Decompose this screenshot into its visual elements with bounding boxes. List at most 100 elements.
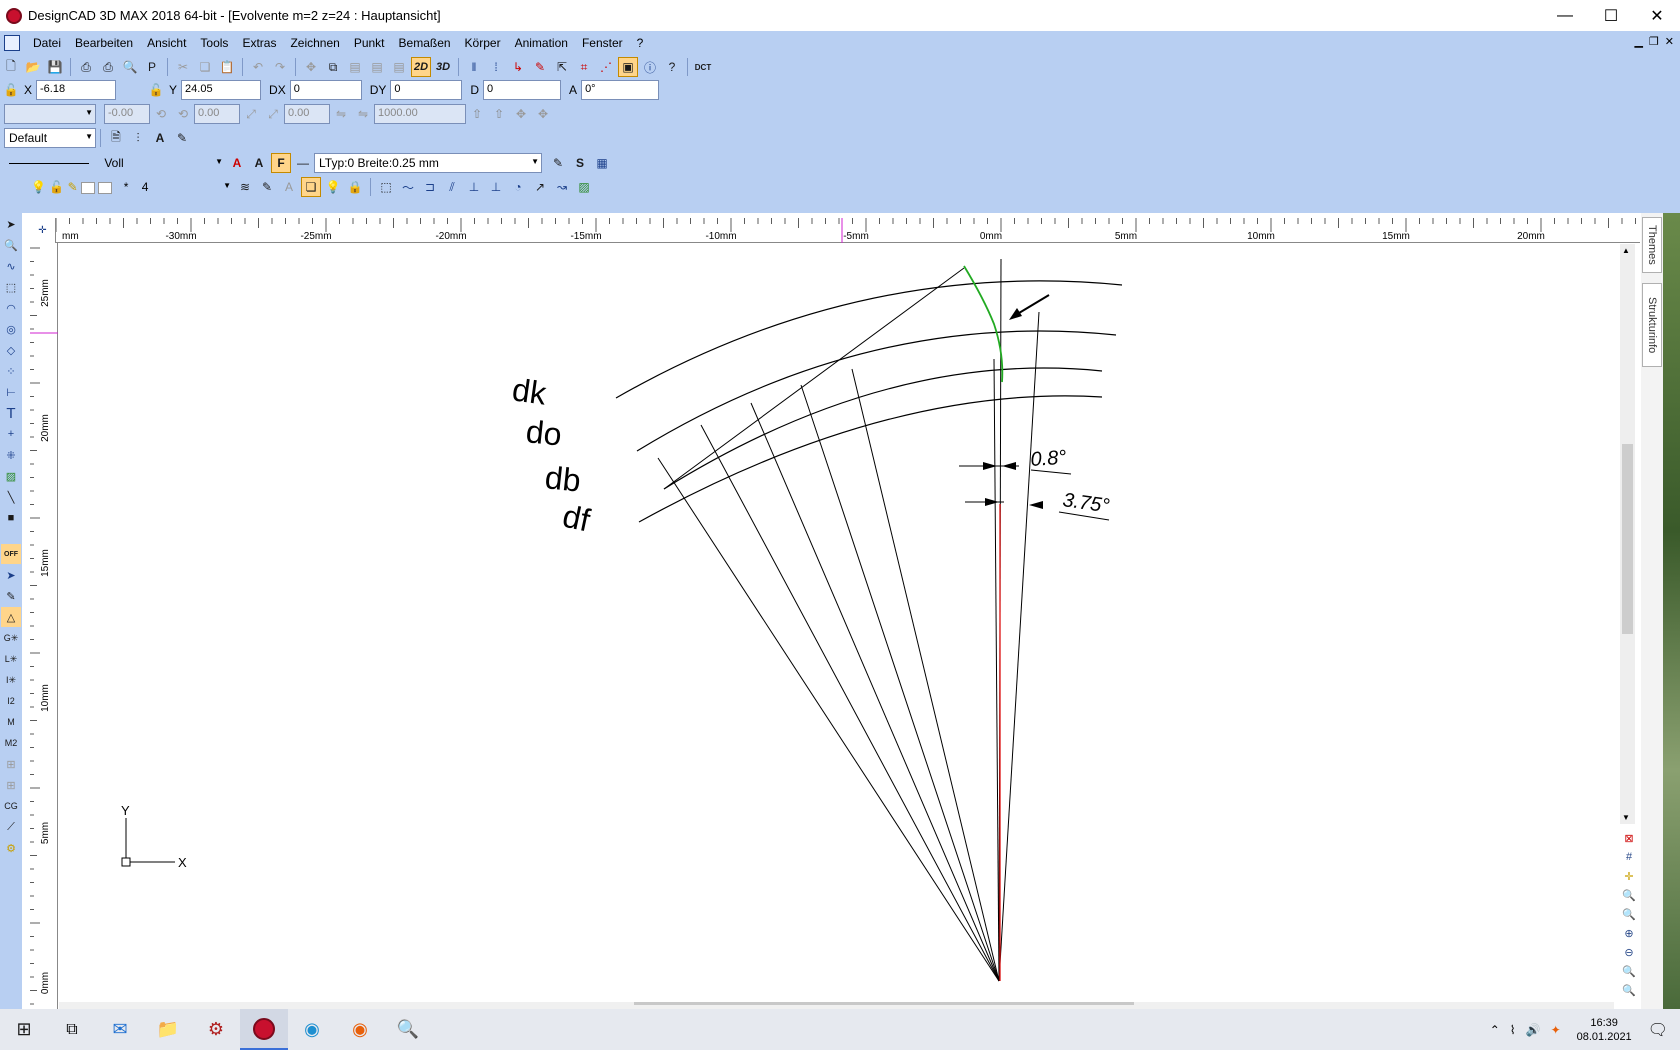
node-tool-icon[interactable]: ⁜ xyxy=(1,445,21,465)
snap-grid-icon[interactable]: ⊞ xyxy=(1,754,21,774)
snap-tangent-icon[interactable]: ⟋ xyxy=(1,817,21,837)
lock-y-icon[interactable]: 🔓 xyxy=(146,80,166,100)
menu-animation[interactable]: Animation xyxy=(508,36,575,50)
linetype-info-select[interactable]: LTyp:0 Breite:0.25 mm ▼ xyxy=(314,153,542,173)
plot-icon[interactable]: P xyxy=(142,57,162,77)
mirror2-icon[interactable]: ⇋ xyxy=(353,104,373,124)
menu-tools[interactable]: Tools xyxy=(193,36,235,50)
undo-icon[interactable]: ↶ xyxy=(248,57,268,77)
menu-extras[interactable]: Extras xyxy=(235,36,283,50)
points-tool-icon[interactable]: ⁘ xyxy=(1,361,21,381)
redraw-icon[interactable]: ⊠ xyxy=(1620,829,1638,847)
hatch-tool-icon[interactable]: ▨ xyxy=(1,466,21,486)
scroll-down-icon[interactable]: ▼ xyxy=(1622,813,1630,822)
document-menu-icon[interactable] xyxy=(4,35,20,51)
layer-text-icon[interactable]: A xyxy=(279,177,299,197)
new-file-icon[interactable]: 🗋 xyxy=(1,57,21,77)
dim-angle-1[interactable]: 0.8° xyxy=(1030,447,1067,471)
snap-off-icon[interactable]: OFF xyxy=(1,544,21,564)
snap-cg-icon[interactable]: CG xyxy=(1,796,21,816)
dct-button[interactable]: DCT xyxy=(693,57,713,77)
arrow-red-icon[interactable]: ↳ xyxy=(508,57,528,77)
arc-do[interactable] xyxy=(636,330,1117,452)
tray-app-icon[interactable]: ✦ xyxy=(1551,1023,1561,1037)
d-field[interactable]: 0 xyxy=(483,80,562,100)
point-select-icon[interactable]: ⋰ xyxy=(596,57,616,77)
layer-stack-icon[interactable]: ≋ xyxy=(235,177,255,197)
snap-select-icon[interactable]: ➤ xyxy=(1,565,21,585)
print-icon[interactable]: ⎙ xyxy=(76,57,96,77)
cross-tool-icon[interactable]: + xyxy=(1,424,21,444)
redo-icon[interactable]: ↷ xyxy=(270,57,290,77)
transform-field-2[interactable]: 0.00 xyxy=(194,104,240,124)
menu-koerper[interactable]: Körper xyxy=(458,36,508,50)
menu-fenster[interactable]: Fenster xyxy=(575,36,630,50)
select-arrow-tool-icon[interactable]: ➤ xyxy=(1,214,21,234)
move-all-icon[interactable]: ✥ xyxy=(511,104,531,124)
view-2d-button[interactable]: 2D xyxy=(411,57,431,77)
dy-field[interactable]: 0 xyxy=(390,80,463,100)
zoom-tool-icon[interactable]: 🔍 xyxy=(1,235,21,255)
parallel-icon[interactable]: ⫽ xyxy=(442,177,462,197)
menu-bearbeiten[interactable]: Bearbeiten xyxy=(68,36,140,50)
layer3-icon[interactable]: ▤ xyxy=(389,57,409,77)
drawing-canvas[interactable]: 0.8° 3.75° dk do db df Y X xyxy=(59,244,1614,1006)
snap-l-icon[interactable]: L✳ xyxy=(1,649,21,669)
hatch-icon[interactable]: ▨ xyxy=(574,177,594,197)
handles-icon[interactable]: ⌗ xyxy=(574,57,594,77)
paste-icon[interactable]: 📋 xyxy=(217,57,237,77)
snap-g-icon[interactable]: G✳ xyxy=(1,628,21,648)
x-field[interactable]: -6.18 xyxy=(36,80,117,100)
pencil-red-icon[interactable]: ✎ xyxy=(530,57,550,77)
lock-x-icon[interactable]: 🔓 xyxy=(1,80,21,100)
perpendicular2-icon[interactable]: ⊥ xyxy=(486,177,506,197)
open-folder-icon[interactable]: 📂 xyxy=(23,57,43,77)
volume-icon[interactable]: 🔊 xyxy=(1526,1023,1541,1037)
clock[interactable]: 16:39 08.01.2021 xyxy=(1577,1016,1632,1044)
a-field[interactable]: 0° xyxy=(581,80,660,100)
scale2-icon[interactable]: ⤢ xyxy=(263,104,283,124)
save-icon[interactable]: 💾 xyxy=(45,57,65,77)
menu-punkt[interactable]: Punkt xyxy=(347,36,392,50)
snap-m2-icon[interactable]: M2 xyxy=(1,733,21,753)
label-do[interactable]: do xyxy=(524,413,563,453)
perpendicular-icon[interactable]: ⊥ xyxy=(464,177,484,197)
snap-gear-icon[interactable]: ⚙ xyxy=(1,838,21,858)
offset-icon[interactable]: ⊐ xyxy=(420,177,440,197)
rotate-icon[interactable]: ⟲ xyxy=(151,104,171,124)
snap-grid2-icon[interactable]: ⊞ xyxy=(1,775,21,795)
font-icon[interactable]: A xyxy=(249,153,269,173)
color-picker-icon[interactable]: ▦ xyxy=(592,153,612,173)
mdi-minimize-button[interactable]: ▁ xyxy=(1634,35,1642,48)
circle-tool-icon[interactable]: ◎ xyxy=(1,319,21,339)
grid-icon[interactable]: # xyxy=(1620,848,1638,866)
task-view-icon[interactable]: ⧉ xyxy=(48,1009,96,1050)
layer-icon[interactable]: ▤ xyxy=(345,57,365,77)
text-tool-icon[interactable]: T xyxy=(1,403,21,423)
snap-m-icon[interactable]: M xyxy=(1,712,21,732)
grid-bar-icon[interactable]: ⁞ xyxy=(486,57,506,77)
layer2-icon[interactable]: ▤ xyxy=(367,57,387,77)
document-props-icon[interactable]: 🗎 xyxy=(106,128,126,148)
curve-arrow-icon[interactable]: ↝ xyxy=(552,177,572,197)
brush2-icon[interactable]: ✎ xyxy=(548,153,568,173)
pipette-icon[interactable]: ↗ xyxy=(530,177,550,197)
box-3d-icon[interactable]: ⬚ xyxy=(376,177,396,197)
info-icon[interactable]: ⓘ xyxy=(640,57,660,77)
firefox-icon[interactable]: ◉ xyxy=(336,1009,384,1050)
group-icon[interactable]: ⧉ xyxy=(323,57,343,77)
scrollbar-thumb[interactable] xyxy=(1622,444,1633,634)
pause-icon[interactable]: ‖ xyxy=(464,57,484,77)
snap-pen-icon[interactable]: ✎ xyxy=(1,586,21,606)
menu-ansicht[interactable]: Ansicht xyxy=(140,36,193,50)
radial-lines[interactable] xyxy=(657,258,1040,982)
polyline-icon[interactable]: 〜 xyxy=(398,177,418,197)
select-arrow-icon[interactable]: ⇱ xyxy=(552,57,572,77)
print-setup-icon[interactable]: ⎙ xyxy=(98,57,118,77)
mail-icon[interactable]: ✉ xyxy=(96,1009,144,1050)
font-color-icon[interactable]: A xyxy=(227,153,247,173)
menu-zeichnen[interactable]: Zeichnen xyxy=(283,36,346,50)
scroll-up-icon[interactable]: ▲ xyxy=(1622,246,1630,255)
move-up2-icon[interactable]: ⇧ xyxy=(489,104,509,124)
copy-icon[interactable]: ❏ xyxy=(195,57,215,77)
